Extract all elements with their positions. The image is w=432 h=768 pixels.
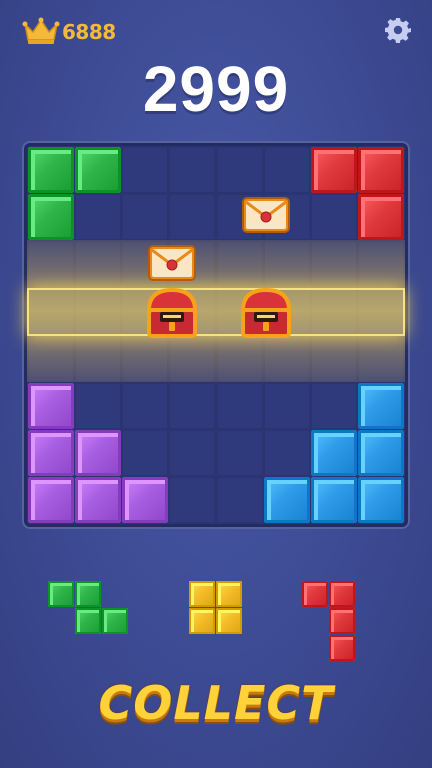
board-block-blue [311, 430, 357, 476]
board-cell-empty [74, 241, 121, 287]
board-block-blue [263, 477, 310, 524]
piece-block [189, 608, 215, 634]
board-block-blue [311, 477, 357, 524]
board-cell-empty [169, 146, 216, 193]
board-block-green [27, 193, 74, 240]
board-cell-empty [216, 430, 263, 476]
board-block-purple [27, 382, 74, 429]
board-cell-empty [311, 288, 357, 335]
board-block-purple [27, 477, 74, 524]
board-cell-empty [27, 335, 74, 382]
gear-icon[interactable] [384, 16, 412, 44]
crown-icon [22, 17, 60, 44]
piece-block [302, 581, 328, 607]
board-block-purple [74, 430, 121, 476]
board-block-red [311, 146, 357, 193]
board-cell-empty [311, 335, 357, 382]
board-cell-empty [358, 241, 405, 287]
piece-block [189, 581, 215, 607]
board-cell-empty [74, 288, 121, 335]
envelope-icon [241, 195, 291, 239]
board-cell-empty [358, 335, 405, 382]
board-cell-empty [311, 193, 357, 240]
board-cell-empty [74, 382, 121, 429]
piece-block [75, 581, 101, 607]
game-board[interactable] [24, 143, 408, 527]
board-cell-empty [358, 288, 405, 335]
piece-block [216, 608, 242, 634]
board-cell-empty [216, 477, 263, 524]
board-cell-empty [169, 382, 216, 429]
board-cell-empty [311, 241, 357, 287]
collect-button[interactable]: COLLECT [0, 676, 432, 730]
board-cell-empty [263, 382, 310, 429]
board-block-purple [74, 477, 121, 524]
board-block-red [358, 193, 405, 240]
board-cell-empty [263, 430, 310, 476]
board-cell-empty [74, 193, 121, 240]
envelope-icon [147, 243, 197, 287]
board-cell-empty [122, 430, 168, 476]
board-cell-empty [169, 477, 216, 524]
piece-block [102, 608, 128, 634]
current-score: 2999 [142, 53, 290, 125]
board-block-blue [358, 477, 405, 524]
treasure-chest-icon [237, 284, 295, 346]
board-block-green [74, 146, 121, 193]
board-cell-empty [27, 241, 74, 287]
board-cell-empty [27, 288, 74, 335]
board-block-blue [358, 382, 405, 429]
piece-block [75, 608, 101, 634]
board-cell-empty [169, 430, 216, 476]
treasure-chest-icon [143, 284, 201, 346]
board-block-green [27, 146, 74, 193]
board-cell-empty [263, 146, 310, 193]
piece-block [329, 608, 355, 634]
board-block-blue [358, 430, 405, 476]
board-cell-empty [122, 146, 168, 193]
board-cell-empty [216, 146, 263, 193]
board-cell-empty [311, 382, 357, 429]
piece-block [329, 581, 355, 607]
board-cell-empty [216, 382, 263, 429]
piece-block [216, 581, 242, 607]
board-cell-empty [216, 241, 263, 287]
board-block-purple [122, 477, 168, 524]
best-score: 6888 [62, 20, 116, 44]
board-cell-empty [74, 335, 121, 382]
board-block-red [358, 146, 405, 193]
board-cell-empty [263, 241, 310, 287]
board-cell-empty [169, 193, 216, 240]
piece-block [48, 581, 74, 607]
board-cell-empty [122, 193, 168, 240]
piece-block [329, 635, 355, 661]
board-cell-empty [122, 382, 168, 429]
board-block-purple [27, 430, 74, 476]
